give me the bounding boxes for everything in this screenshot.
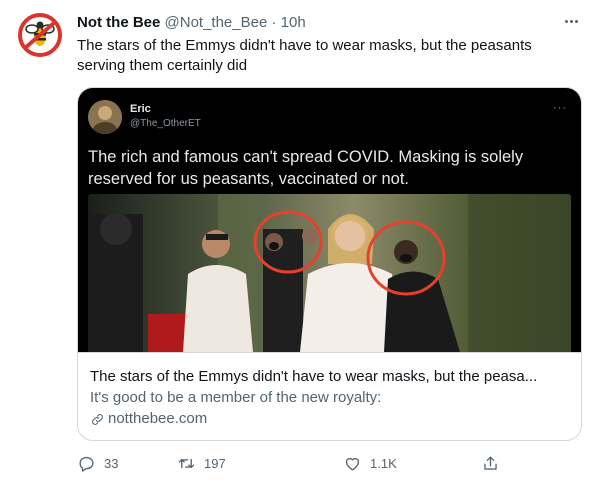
like-button[interactable]: 1.1K: [343, 452, 397, 474]
tweet-text: The stars of the Emmys didn't have to we…: [77, 37, 532, 74]
card-body[interactable]: The stars of the Emmys didn't have to we…: [78, 352, 581, 440]
link-card[interactable]: Eric @The_OtherET ··· The rich and famou…: [77, 87, 582, 441]
author-handle[interactable]: @Not_the_Bee: [165, 14, 268, 31]
quoted-handle: @The_OtherET: [130, 118, 201, 129]
link-icon: [92, 413, 103, 425]
card-domain-text: notthebee.com: [108, 410, 208, 427]
heart-icon: [345, 457, 360, 471]
action-bar: 33 197 1.1K: [77, 452, 507, 474]
tweet-header: Not the Bee @Not_the_Bee · 10h: [77, 13, 578, 33]
tweet[interactable]: Not the Bee @Not_the_Bee · 10h The stars…: [0, 0, 598, 484]
card-image[interactable]: Eric @The_OtherET ··· The rich and famou…: [78, 88, 581, 352]
share-icon: [484, 455, 497, 470]
retweet-icon: [178, 458, 195, 468]
reply-button[interactable]: 33: [77, 452, 118, 474]
quoted-avatar: [88, 100, 122, 134]
quoted-text: The rich and famous can't spread COVID. …: [88, 148, 524, 188]
author-name[interactable]: Not the Bee: [77, 14, 160, 31]
separator: ·: [271, 14, 277, 31]
card-title: The stars of the Emmys didn't have to we…: [90, 368, 538, 385]
quoted-name: Eric: [130, 103, 151, 115]
share-button[interactable]: [481, 452, 500, 474]
quoted-more-icon: ···: [553, 102, 567, 114]
reply-count: 33: [104, 455, 119, 471]
like-count: 1.1K: [370, 455, 397, 471]
bee-logo-icon: [18, 13, 62, 57]
reply-icon: [79, 456, 94, 472]
retweet-button[interactable]: 197: [177, 452, 226, 474]
tweet-time[interactable]: 10h: [281, 14, 306, 31]
more-dots-icon[interactable]: [560, 10, 582, 32]
card-description: It's good to be a member of the new roya…: [90, 389, 382, 406]
author-avatar[interactable]: [17, 12, 63, 58]
card-domain: notthebee.com: [90, 409, 207, 429]
retweet-count: 197: [204, 455, 226, 471]
emmys-photo: [88, 194, 571, 352]
